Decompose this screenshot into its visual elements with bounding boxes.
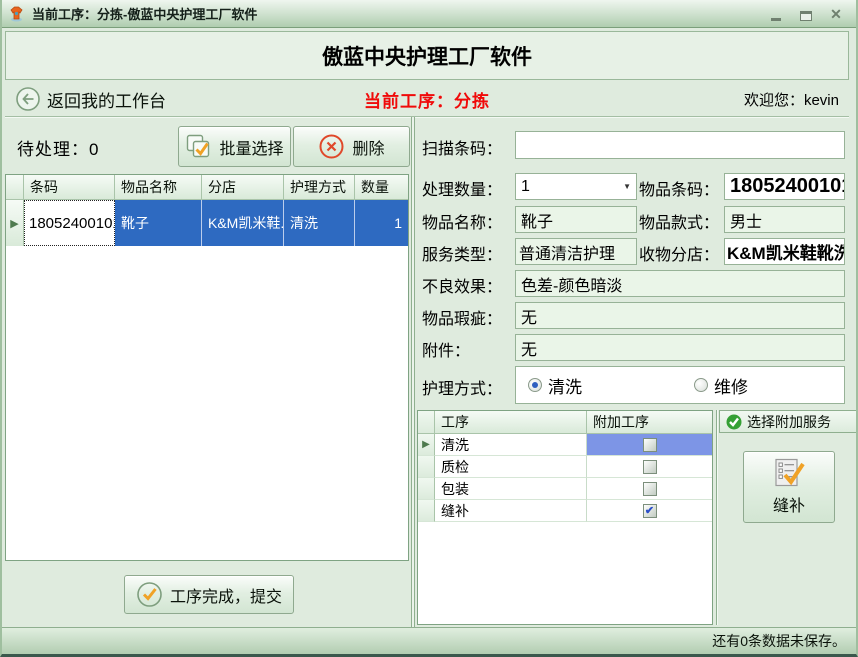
back-arrow-icon (15, 86, 41, 112)
page-title: 傲蓝中央护理工厂软件 (5, 31, 849, 80)
back-label: 返回我的工作台 (47, 87, 166, 112)
process-name[interactable]: 质检 (435, 456, 587, 478)
toolbar-header: 返回我的工作台 当前工序：分拣 欢迎您：kevin (5, 82, 849, 116)
minimize-button[interactable] (768, 7, 784, 21)
col-header-process[interactable]: 工序 (435, 411, 587, 434)
additional-services-panel: 选择附加服务 缝补 (716, 410, 857, 625)
process-name[interactable]: 包装 (435, 478, 587, 500)
defect-value: 色差-颜色暗淡 (515, 270, 845, 297)
app-window: 当前工序：分拣-傲蓝中央护理工厂软件 ✕ 傲蓝中央护理工厂软件 返回我的工作台 … (0, 0, 858, 657)
cell-item-name[interactable]: 靴子 (115, 200, 202, 246)
table-row[interactable]: ▶ 18052400101 靴子 K&M凯米鞋... 清洗 1 (6, 200, 408, 246)
flaw-value: 无 (515, 302, 845, 329)
care-method-label: 护理方式： (422, 375, 502, 399)
cell-quantity[interactable]: 1 (355, 200, 408, 246)
cell-branch[interactable]: K&M凯米鞋... (202, 200, 284, 246)
item-barcode-label: 物品条码： (639, 176, 719, 200)
back-button[interactable]: 返回我的工作台 (15, 86, 285, 112)
submit-check-icon (136, 581, 163, 608)
checkbox-pack[interactable] (643, 482, 657, 496)
checkbox-mend[interactable] (643, 504, 657, 518)
items-table: 条码 物品名称 分店 护理方式 数量 ▶ 18052400101 靴子 K&M凯… (5, 174, 409, 561)
items-table-header: 条码 物品名称 分店 护理方式 数量 (6, 175, 408, 200)
process-row-mend[interactable]: 缝补 (418, 500, 712, 522)
window-title: 当前工序：分拣-傲蓝中央护理工厂软件 (32, 4, 768, 23)
delete-label: 删除 (352, 135, 384, 159)
radio-wash-label: 清洗 (548, 373, 582, 398)
accessory-value: 无 (515, 334, 845, 361)
left-panel: 待处理：0 批量选择 删除 (5, 117, 411, 628)
quantity-select[interactable]: 1 ▼ (515, 173, 637, 200)
radio-repair-label: 维修 (714, 373, 748, 398)
green-check-icon (726, 414, 742, 430)
cell-care-method[interactable]: 清洗 (284, 200, 355, 246)
quantity-value: 1 (521, 178, 530, 196)
process-row-wash[interactable]: ▶ 清洗 (418, 434, 712, 456)
welcome-label: 欢迎您： (744, 92, 804, 109)
scan-barcode-label: 扫描条码： (422, 135, 502, 159)
chevron-down-icon: ▼ (623, 182, 631, 191)
col-header-quantity[interactable]: 数量 (355, 175, 408, 200)
defect-label: 不良效果： (422, 273, 502, 297)
flaw-label: 物品瑕疵： (422, 305, 502, 329)
quantity-label: 处理数量： (422, 176, 502, 200)
radio-repair-icon (694, 378, 708, 392)
item-name-label: 物品名称： (422, 209, 502, 233)
scan-barcode-input[interactable] (515, 131, 845, 159)
current-process-label: 当前工序：分拣 (285, 87, 569, 112)
radio-wash-icon (528, 378, 542, 392)
close-button[interactable]: ✕ (828, 7, 844, 21)
col-header-care-method[interactable]: 护理方式 (284, 175, 355, 200)
submit-process-button[interactable]: 工序完成，提交 (124, 575, 294, 614)
pending-counter: 待处理：0 (17, 135, 99, 160)
receive-branch-value: K&M凯米鞋靴洗 (724, 238, 845, 265)
right-panel: 扫描条码： 处理数量： 1 ▼ 物品条码： 18052400101 物品名称： … (415, 117, 857, 628)
additional-services-header: 选择附加服务 (719, 410, 857, 433)
status-text: 还有0条数据未保存。 (712, 631, 846, 651)
process-name[interactable]: 清洗 (435, 434, 587, 456)
checklist-icon (771, 458, 807, 488)
col-header-extra-process[interactable]: 附加工序 (587, 411, 712, 434)
additional-services-label: 选择附加服务 (747, 412, 831, 432)
process-row-pack[interactable]: 包装 (418, 478, 712, 500)
item-name-value: 靴子 (515, 206, 637, 233)
checkbox-wash[interactable] (643, 438, 657, 452)
cell-barcode[interactable]: 18052400101 (24, 200, 115, 246)
delete-button[interactable]: 删除 (293, 126, 410, 167)
app-icon (8, 5, 25, 22)
item-barcode-value: 18052400101 (724, 173, 845, 200)
welcome-text: 欢迎您：kevin (569, 89, 839, 110)
item-style-value: 男士 (724, 206, 845, 233)
col-header-branch[interactable]: 分店 (202, 175, 284, 200)
pending-count: 0 (89, 140, 99, 159)
col-header-barcode[interactable]: 条码 (24, 175, 115, 200)
col-header-item-name[interactable]: 物品名称 (115, 175, 202, 200)
process-name[interactable]: 缝补 (435, 500, 587, 522)
checkbox-inspect[interactable] (643, 460, 657, 474)
batch-select-label: 批量选择 (219, 135, 283, 159)
username: kevin (804, 92, 839, 109)
delete-icon (318, 133, 345, 160)
radio-wash[interactable]: 清洗 (528, 373, 582, 398)
pending-label: 待处理： (17, 140, 89, 159)
status-bar: 还有0条数据未保存。 (2, 627, 856, 654)
mend-service-button[interactable]: 缝补 (743, 451, 835, 523)
row-indicator-icon: ▶ (6, 200, 24, 246)
mend-service-label: 缝补 (773, 492, 805, 516)
care-method-group: 清洗 维修 (515, 366, 845, 404)
submit-process-label: 工序完成，提交 (170, 583, 282, 607)
accessory-label: 附件： (422, 337, 470, 361)
row-indicator-icon: ▶ (418, 434, 435, 456)
maximize-button[interactable] (798, 7, 814, 21)
radio-repair[interactable]: 维修 (694, 373, 748, 398)
item-style-label: 物品款式： (639, 209, 719, 233)
process-row-inspect[interactable]: 质检 (418, 456, 712, 478)
title-bar: 当前工序：分拣-傲蓝中央护理工厂软件 ✕ (2, 0, 856, 28)
batch-select-icon (185, 133, 212, 160)
receive-branch-label: 收物分店： (639, 241, 719, 265)
process-table: 工序 附加工序 ▶ 清洗 质检 包装 缝补 (417, 410, 713, 625)
service-type-value: 普通清洁护理 (515, 238, 637, 265)
batch-select-button[interactable]: 批量选择 (178, 126, 291, 167)
service-type-label: 服务类型： (422, 241, 502, 265)
